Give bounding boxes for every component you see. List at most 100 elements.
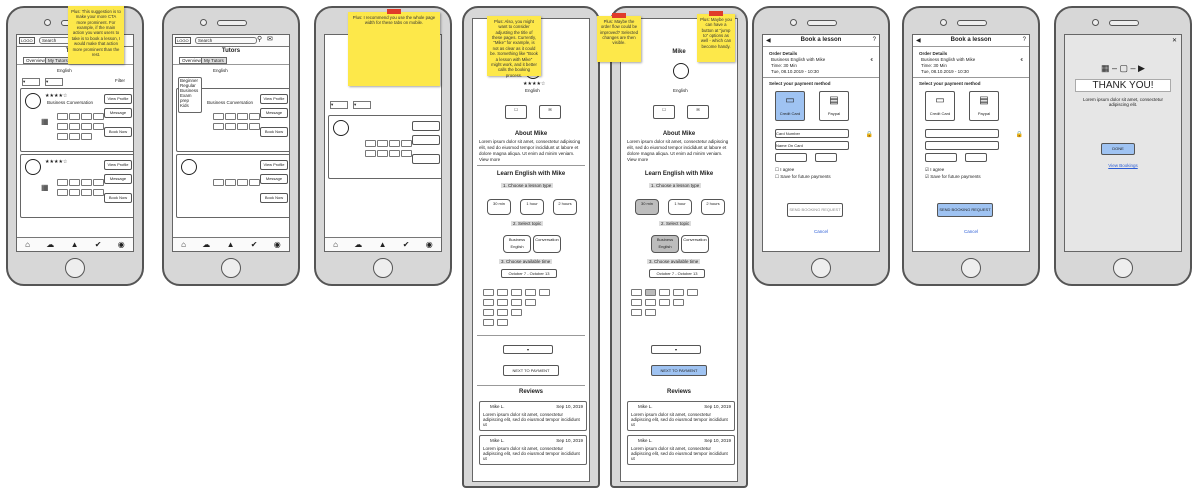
name-on-card-input[interactable]: Name On Card (775, 141, 849, 150)
topic-conversation[interactable]: Conversation (681, 235, 709, 253)
book-now-button[interactable]: Book Now (104, 193, 132, 203)
cancel-link[interactable]: Cancel (913, 229, 1029, 234)
profile-icon[interactable]: ◉ (426, 240, 433, 249)
help-icon[interactable]: ? (873, 37, 876, 43)
send-booking-request-button[interactable]: SEND BOOKING REQUEST (937, 203, 993, 217)
save-checkbox[interactable]: ☑ Save for future payments (925, 174, 981, 180)
duration-2hours[interactable]: 2 hours (553, 199, 577, 215)
message-button[interactable]: Message (260, 108, 288, 118)
order-line: Business English with Mike (771, 57, 826, 62)
view-profile-button[interactable]: View Profile (104, 160, 132, 170)
check-icon[interactable]: ✔ (403, 240, 410, 249)
review-author: Mike L. (490, 404, 505, 409)
close-icon[interactable]: ✕ (1172, 37, 1177, 44)
paypal-option[interactable]: ▤ Paypal (819, 91, 849, 121)
level-dropdown-menu[interactable]: Beginner Regular Business Exam prep Kids (178, 77, 202, 113)
filter-link[interactable]: Filter (115, 78, 125, 83)
tutors-icon[interactable]: ▲ (379, 240, 387, 249)
message-button[interactable]: Message (260, 174, 288, 184)
message-button[interactable]: Message (104, 108, 132, 118)
check-icon[interactable]: ✔ (251, 240, 258, 249)
message-icon-button[interactable]: ✉ (687, 105, 709, 119)
cvv-input[interactable] (815, 153, 837, 162)
week-selector[interactable]: October 7 - October 13 (649, 269, 705, 278)
week-selector[interactable]: October 7 - October 13 (501, 269, 557, 278)
credit-card-option[interactable]: ▭ Credit Card (775, 91, 805, 121)
filter-dropdown[interactable]: ▾ (22, 78, 40, 86)
profile-icon[interactable]: ◉ (274, 240, 281, 249)
topic-business-english[interactable]: Business English (503, 235, 531, 253)
tab-my-tutors[interactable]: My Tutors (45, 57, 71, 64)
thank-you-body: Lorem ipsum dolor sit amet, consectetur … (1082, 97, 1164, 107)
filter-dropdown[interactable]: ▾ (353, 101, 371, 109)
view-profile-button[interactable] (412, 121, 440, 131)
home-icon[interactable]: ⌂ (333, 240, 338, 249)
review-date: Sep 10, 2019 (704, 404, 731, 409)
search-icon[interactable]: ⚲ (257, 35, 262, 43)
topic-business-english[interactable]: Business English (651, 235, 679, 253)
view-profile-button[interactable]: View Profile (260, 94, 288, 104)
agree-checkbox[interactable]: ☐ I agree (775, 167, 794, 173)
tutors-icon[interactable]: ▲ (71, 240, 79, 249)
book-now-button[interactable]: Book Now (260, 193, 288, 203)
bottom-nav: ⌂ ☁ ▲ ✔ ◉ (325, 237, 441, 251)
review-date: Sep 10, 2019 (556, 438, 583, 443)
language-selector[interactable]: English (57, 68, 72, 73)
chat-icon[interactable]: ☁ (354, 240, 362, 249)
duration-1hour[interactable]: 1 hour (668, 199, 692, 215)
book-icon-button[interactable]: ☐ (653, 105, 675, 119)
book-now-button[interactable]: Book Now (104, 127, 132, 137)
search-input[interactable]: Search (195, 37, 257, 44)
book-icon-button[interactable]: ☐ (505, 105, 527, 119)
home-icon[interactable]: ⌂ (25, 240, 30, 249)
phone-frame-thank-you: ✕ ▦ – ▢ – ▶ THANK YOU! Lorem ipsum dolor… (1054, 6, 1192, 286)
book-now-button[interactable]: Book Now (260, 127, 288, 137)
profile-icon[interactable]: ◉ (118, 240, 125, 249)
view-bookings-link[interactable]: View Bookings (1065, 163, 1181, 168)
mail-icon[interactable]: ✉ (267, 35, 273, 43)
chat-icon[interactable]: ☁ (202, 240, 210, 249)
check-icon[interactable]: ✔ (95, 240, 102, 249)
save-checkbox[interactable]: ☐ Save for future payments (775, 174, 831, 180)
name-on-card-input[interactable] (925, 141, 999, 150)
send-booking-request-button[interactable]: SEND BOOKING REQUEST (787, 203, 843, 217)
dropdown-item[interactable]: Kids (179, 103, 201, 108)
help-icon[interactable]: ? (1023, 37, 1026, 43)
duration-2hours[interactable]: 2 hours (701, 199, 725, 215)
paypal-option[interactable]: ▤ Paypal (969, 91, 999, 121)
card-number-input[interactable] (925, 129, 999, 138)
topic-conversation[interactable]: Conversation (533, 235, 561, 253)
cvv-input[interactable] (965, 153, 987, 162)
tutor-card: ★★★★☆ Business Conversation View Profile… (20, 88, 133, 152)
message-button[interactable]: Message (104, 174, 132, 184)
duration-30min[interactable]: 30 min (487, 199, 511, 215)
paypal-icon: ▤ (979, 95, 989, 106)
expiry-input[interactable] (775, 153, 807, 162)
message-icon-button[interactable]: ✉ (539, 105, 561, 119)
expiry-input[interactable] (925, 153, 957, 162)
view-profile-button[interactable]: View Profile (104, 94, 132, 104)
language-selector[interactable]: English (213, 68, 228, 73)
tutor-subject: Business Conversation (47, 100, 94, 105)
tab-my-tutors[interactable]: My Tutors (201, 57, 227, 64)
tutors-icon[interactable]: ▲ (227, 240, 235, 249)
done-button[interactable]: DONE (1101, 143, 1135, 155)
timezone-select[interactable]: ▾ (503, 345, 553, 354)
duration-30min[interactable]: 30 min (635, 199, 659, 215)
timezone-select[interactable]: ▾ (651, 345, 701, 354)
duration-1hour[interactable]: 1 hour (520, 199, 544, 215)
agree-checkbox[interactable]: ☑ I agree (925, 167, 944, 173)
card-number-input[interactable]: Card Number (775, 129, 849, 138)
dropdown-item[interactable]: Exam prep (179, 93, 201, 103)
view-profile-button[interactable]: View Profile (260, 160, 288, 170)
filter-dropdown[interactable]: ▾ (330, 101, 348, 109)
next-to-payment-button[interactable]: NEXT TO PAYMENT (503, 365, 559, 376)
message-button[interactable] (412, 135, 440, 145)
cancel-link[interactable]: Cancel (763, 229, 879, 234)
home-icon[interactable]: ⌂ (181, 240, 186, 249)
filter-dropdown[interactable]: ▾ (45, 78, 63, 86)
next-to-payment-button[interactable]: NEXT TO PAYMENT (651, 365, 707, 376)
chat-icon[interactable]: ☁ (46, 240, 54, 249)
book-now-button[interactable] (412, 154, 440, 164)
credit-card-option[interactable]: ▭ Credit Card (925, 91, 955, 121)
